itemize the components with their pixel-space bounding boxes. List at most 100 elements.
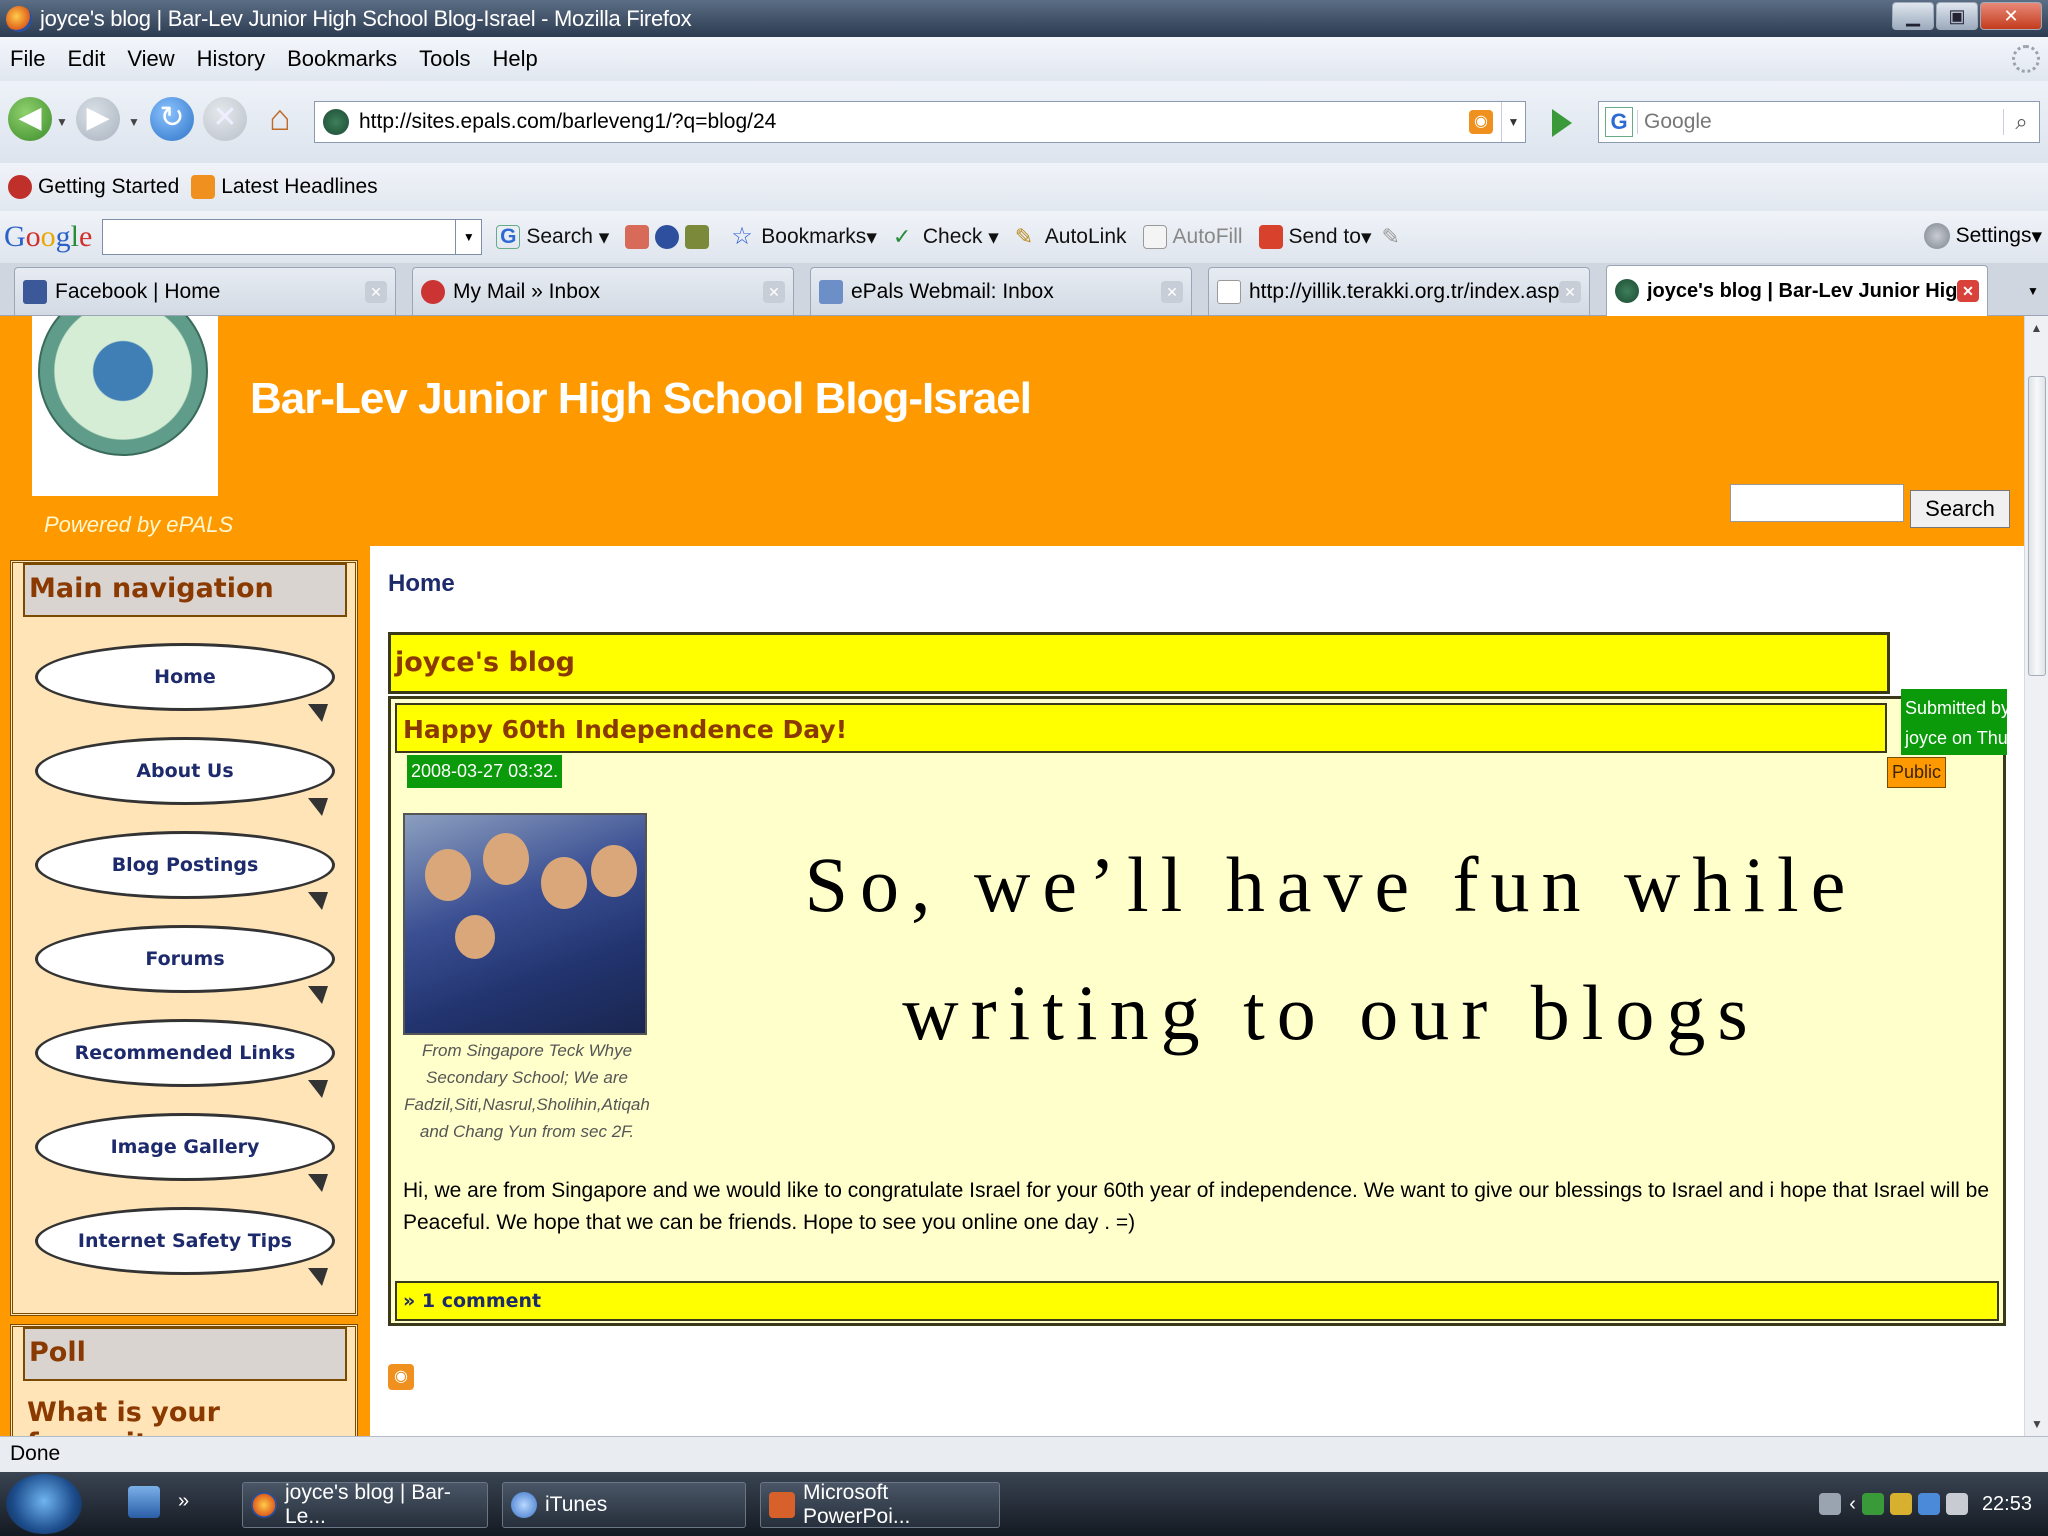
popup-blocker-icon[interactable] — [685, 225, 710, 249]
start-button[interactable] — [6, 1474, 82, 1534]
comments-link[interactable]: » 1 comment — [395, 1281, 1999, 1321]
network-icon[interactable] — [1861, 1493, 1884, 1515]
scroll-up-icon[interactable]: ▲ — [2025, 316, 2048, 340]
star-icon: ☆ — [731, 223, 753, 250]
nav-internet-safety-tips[interactable]: Internet Safety Tips — [35, 1207, 335, 1286]
stop-button[interactable]: ✕ — [203, 97, 247, 141]
google-engine-icon[interactable]: G — [1605, 107, 1633, 137]
site-search-button[interactable]: Search — [1910, 490, 2010, 528]
menu-edit[interactable]: Edit — [67, 46, 105, 72]
site-title[interactable]: Bar-Lev Junior High School Blog-Israel — [250, 374, 1032, 424]
quicklaunch-more-icon[interactable]: » — [178, 1486, 200, 1518]
status-bar: Done — [0, 1436, 2048, 1472]
google-search-button[interactable]: G Search ▾ — [496, 225, 609, 250]
security-icon[interactable] — [1889, 1493, 1912, 1515]
clock[interactable]: 22:53 — [1982, 1493, 2032, 1516]
pagerank-icon[interactable] — [625, 225, 650, 249]
submitted-by-author: joyce on Thu, — [1905, 728, 2007, 748]
close-tab-icon[interactable]: ✕ — [763, 280, 785, 303]
photo-face — [425, 849, 471, 901]
google-toolbar-search-input[interactable]: ▼ — [102, 219, 483, 255]
student-photo[interactable] — [403, 813, 647, 1035]
vertical-scrollbar[interactable]: ▲ ▼ — [2024, 316, 2048, 1436]
task-powerpoint[interactable]: Microsoft PowerPoi... — [760, 1481, 1000, 1528]
search-magnifier-icon[interactable]: ⌕ — [2003, 109, 2039, 135]
go-button[interactable] — [1552, 109, 1572, 137]
reload-button[interactable]: ↻ — [150, 97, 194, 141]
bookmark-getting-started[interactable]: Getting Started — [8, 175, 179, 199]
close-tab-icon[interactable]: ✕ — [1161, 280, 1183, 303]
nav-about-us[interactable]: About Us — [35, 737, 335, 816]
tab-joyces-blog[interactable]: joyce's blog | Bar-Lev Junior High... ✕ — [1606, 265, 1988, 316]
volume-icon[interactable] — [1945, 1493, 1968, 1515]
window-controls: ▁ ▣ ✕ — [1892, 2, 2042, 30]
autofill-button[interactable]: AutoFill — [1142, 225, 1243, 249]
task-itunes[interactable]: iTunes — [502, 1482, 746, 1528]
google-logo[interactable]: Google — [4, 220, 92, 254]
site-search-input[interactable] — [1730, 484, 1904, 522]
search-bar[interactable]: G Google ⌕ — [1598, 101, 2040, 143]
task-firefox[interactable]: joyce's blog | Bar-Le... — [242, 1481, 488, 1528]
tab-facebook[interactable]: Facebook | Home ✕ — [14, 267, 396, 315]
nav-image-gallery[interactable]: Image Gallery — [35, 1113, 335, 1192]
autolink-button[interactable]: ✎ AutoLink — [1015, 225, 1127, 249]
maximize-button[interactable]: ▣ — [1936, 2, 1978, 30]
poll-title: Poll — [23, 1327, 347, 1381]
post-title[interactable]: Happy 60th Independence Day! — [395, 703, 1887, 753]
forward-button[interactable]: ▶ — [76, 97, 120, 141]
nav-forums[interactable]: Forums — [35, 925, 335, 1004]
mail-icon — [421, 279, 445, 304]
close-tab-icon[interactable]: ✕ — [1957, 280, 1979, 302]
address-url[interactable]: http://sites.epals.com/barleveng1/?q=blo… — [359, 110, 1469, 134]
tab-yillik[interactable]: http://yillik.terakki.org.tr/index.aspx … — [1208, 267, 1590, 315]
site-logo[interactable] — [32, 316, 218, 496]
tray-expand-icon[interactable]: ‹ — [1849, 1493, 1856, 1516]
close-tab-icon[interactable]: ✕ — [365, 280, 387, 303]
system-tray: ‹ 22:53 — [1688, 1472, 2048, 1536]
back-button[interactable]: ◀ — [8, 97, 52, 141]
search-input[interactable]: Google — [1637, 110, 2003, 134]
chevron-down-icon[interactable]: ▼ — [455, 220, 481, 254]
highlighter-icon[interactable]: ✎ — [1382, 225, 1406, 249]
menu-view[interactable]: View — [127, 46, 174, 72]
rss-feed-icon[interactable]: ◉ — [1469, 110, 1493, 134]
close-button[interactable]: ✕ — [1980, 2, 2042, 30]
google-query-field[interactable] — [103, 220, 456, 254]
list-all-tabs-icon[interactable]: ▼ — [2018, 271, 2048, 311]
nav-recommended-links[interactable]: Recommended Links — [35, 1019, 335, 1098]
close-tab-icon[interactable]: ✕ — [1559, 280, 1581, 303]
keyboard-icon[interactable] — [1819, 1493, 1842, 1515]
bookmark-latest-headlines[interactable]: Latest Headlines — [191, 175, 378, 199]
tab-epals-webmail[interactable]: ePals Webmail: Inbox ✕ — [810, 267, 1192, 315]
nav-home[interactable]: Home — [35, 643, 335, 722]
google-bookmarks-button[interactable]: ☆ Bookmarks ▾ — [731, 225, 877, 250]
spell-check-button[interactable]: ✓ Check ▾ — [893, 225, 999, 250]
nav-blog-postings[interactable]: Blog Postings — [35, 831, 335, 910]
page-icon — [1217, 279, 1241, 304]
menu-history[interactable]: History — [197, 46, 265, 72]
globe-icon[interactable] — [655, 225, 680, 249]
powered-by: Powered by ePALS — [44, 512, 234, 537]
google-bookmarks-label: Bookmarks — [761, 225, 867, 248]
google-settings-button[interactable]: Settings ▾ — [1923, 223, 2042, 249]
scrollbar-thumb[interactable] — [2028, 376, 2046, 676]
address-dropdown-icon[interactable]: ▼ — [1501, 102, 1525, 142]
messenger-icon[interactable] — [1917, 1493, 1940, 1515]
task-label: Microsoft PowerPoi... — [803, 1481, 911, 1528]
menu-tools[interactable]: Tools — [419, 46, 470, 72]
send-to-button[interactable]: Send to ▾ ✎ — [1258, 225, 1412, 250]
rss-feed-icon[interactable]: ◉ — [388, 1364, 414, 1390]
scroll-down-icon[interactable]: ▼ — [2025, 1412, 2048, 1436]
breadcrumb[interactable]: Home — [388, 570, 455, 598]
menu-file[interactable]: File — [10, 46, 45, 72]
home-button[interactable]: ⌂ — [258, 97, 302, 141]
back-history-dropdown-icon[interactable]: ▼ — [56, 115, 68, 129]
minimize-button[interactable]: ▁ — [1892, 2, 1934, 30]
menu-bookmarks[interactable]: Bookmarks — [287, 46, 397, 72]
google-tool-icons[interactable] — [625, 225, 715, 249]
tab-my-mail[interactable]: My Mail » Inbox ✕ — [412, 267, 794, 315]
show-desktop-icon[interactable] — [128, 1486, 160, 1518]
menu-help[interactable]: Help — [493, 46, 538, 72]
address-bar[interactable]: http://sites.epals.com/barleveng1/?q=blo… — [314, 101, 1526, 143]
forward-history-dropdown-icon[interactable]: ▼ — [128, 115, 140, 129]
